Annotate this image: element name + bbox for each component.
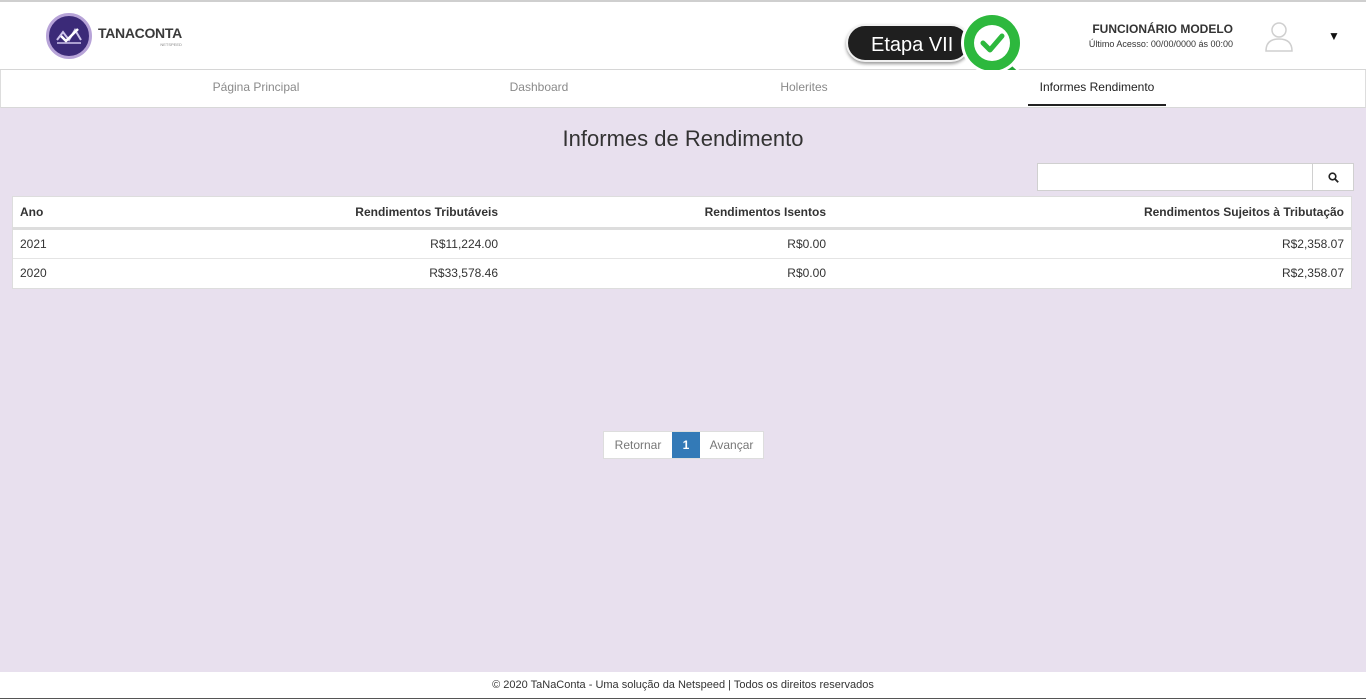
search-icon	[1327, 171, 1339, 183]
pagination-next-button[interactable]: Avançar	[700, 432, 763, 458]
main-nav: Página Principal Dashboard Holerites Inf…	[0, 70, 1366, 108]
logo-check-icon	[46, 13, 92, 59]
user-avatar-icon[interactable]	[1263, 20, 1295, 52]
nav-item-holerites[interactable]: Holerites	[744, 70, 864, 106]
table-header-row: Ano Rendimentos Tributáveis Rendimentos …	[13, 197, 1351, 230]
column-header-sujeitos[interactable]: Rendimentos Sujeitos à Tributação	[833, 197, 1351, 230]
column-header-isentos[interactable]: Rendimentos Isentos	[505, 197, 833, 230]
cell-isentos: R$0.00	[505, 257, 833, 288]
top-header: TANACONTA NETSPEED Etapa VII FUNCIONÁRIO…	[0, 0, 1366, 90]
cell-isentos: R$0.00	[787, 236, 826, 251]
last-access-text: Último Acesso: 00/00/0000 ás 00:00	[1088, 39, 1233, 49]
footer: © 2020 TaNaConta - Uma solução da Netspe…	[0, 672, 1366, 699]
table-row[interactable]: 2020 R$33,578.46 R$0.00 R$2,358.07	[13, 257, 1351, 288]
cell-sujeitos: R$2,358.07	[1281, 236, 1344, 251]
column-header-ano[interactable]: Ano	[13, 197, 173, 230]
nav-item-pagina-principal[interactable]: Página Principal	[186, 70, 326, 106]
logo-name: TANACONTA	[98, 25, 182, 41]
logo[interactable]: TANACONTA NETSPEED	[46, 13, 182, 59]
pagination-page-current[interactable]: 1	[672, 432, 700, 458]
cell-tributaveis: R$33,578.46	[173, 257, 505, 288]
logo-subtitle: NETSPEED	[160, 42, 182, 47]
informes-table: Ano Rendimentos Tributáveis Rendimentos …	[12, 196, 1352, 289]
nav-item-informes-rendimento[interactable]: Informes Rendimento	[1028, 70, 1166, 106]
page-title: Informes de Rendimento	[562, 126, 804, 151]
table-row[interactable]: 2021 R$11,224.00 R$0.00 R$2,358.07	[13, 228, 1351, 258]
cell-ano: 2021	[20, 236, 47, 251]
search-box	[1037, 163, 1354, 191]
cell-sujeitos: R$2,358.07	[833, 257, 1351, 288]
user-name: FUNCIONÁRIO MODELO	[1092, 22, 1233, 36]
user-menu-caret[interactable]: ▼	[1328, 29, 1340, 43]
column-header-tributaveis[interactable]: Rendimentos Tributáveis	[173, 197, 505, 230]
search-input[interactable]	[1038, 164, 1312, 190]
user-info: FUNCIONÁRIO MODELO Último Acesso: 00/00/…	[1060, 22, 1233, 49]
pagination: Retornar 1 Avançar	[603, 431, 764, 459]
nav-item-dashboard[interactable]: Dashboard	[479, 70, 599, 106]
cell-ano: 2020	[13, 257, 173, 288]
search-button[interactable]	[1312, 164, 1353, 190]
etapa-label: Etapa VII	[846, 24, 970, 62]
pagination-prev-button[interactable]: Retornar	[604, 432, 672, 458]
cell-tributaveis: R$11,224.00	[430, 236, 498, 251]
